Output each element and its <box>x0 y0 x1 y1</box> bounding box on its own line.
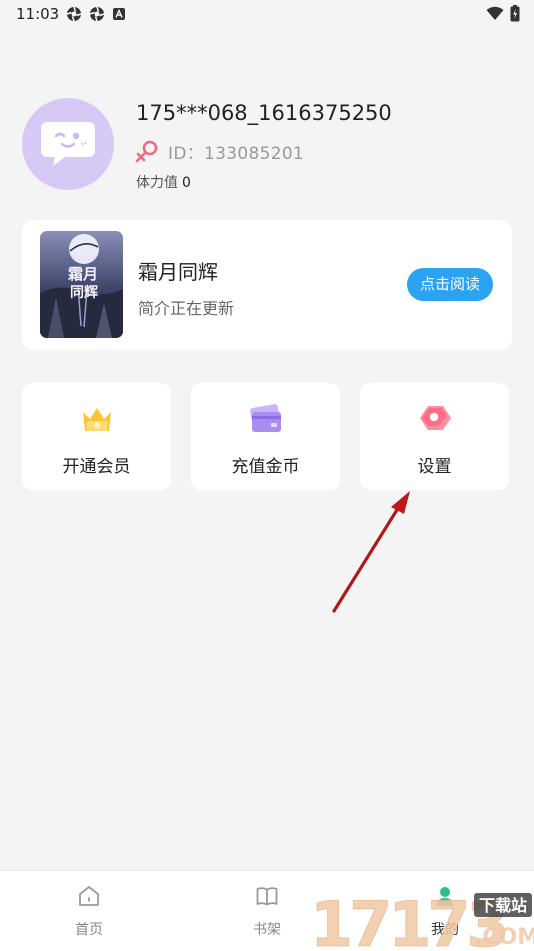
nav-home-label: 首页 <box>75 922 103 938</box>
stamina: 体力值 0 <box>136 172 191 192</box>
current-book-card[interactable]: 霜月 同辉 霜月同辉 简介正在更新 点击阅读 <box>22 220 512 350</box>
recharge-coins-label: 充值金币 <box>231 457 300 477</box>
read-button[interactable]: 点击阅读 <box>407 268 493 301</box>
bottom-nav: 首页 书架 我的 <box>0 870 534 951</box>
system-icons <box>486 5 520 22</box>
vip-membership-button[interactable]: 开通会员 <box>22 383 171 490</box>
settings-hexagon-icon <box>420 406 451 430</box>
notification-icons <box>66 6 126 22</box>
stamina-label: 体力值 <box>136 175 178 191</box>
battery-icon <box>510 5 520 22</box>
user-id: ID：133085201 <box>168 143 305 164</box>
book-cover[interactable]: 霜月 同辉 <box>40 231 123 338</box>
nav-mine-label: 我的 <box>431 922 459 938</box>
cover-title-1: 霜月 <box>67 265 98 283</box>
username: 175***068_1616375250 <box>136 101 392 125</box>
aperture-icon <box>89 6 105 22</box>
book-cover-art: 霜月 同辉 <box>40 231 123 338</box>
home-icon <box>79 886 99 906</box>
book-title[interactable]: 霜月同辉 <box>138 256 218 285</box>
settings-button[interactable]: 设置 <box>360 383 509 490</box>
wifi-icon <box>486 6 504 20</box>
book-description: 简介正在更新 <box>138 299 235 318</box>
nav-home[interactable]: 首页 <box>44 871 134 951</box>
avatar[interactable] <box>22 98 114 190</box>
cover-title-2: 同辉 <box>70 285 98 301</box>
status-time: 11:03 <box>16 5 60 23</box>
bookshelf-icon <box>256 887 278 906</box>
female-gender-icon <box>135 140 158 163</box>
mine-icon <box>437 887 453 906</box>
chat-face-icon <box>41 122 95 166</box>
settings-label: 设置 <box>417 457 452 477</box>
vip-crown-icon <box>83 408 111 431</box>
recharge-coins-button[interactable]: 充值金币 <box>191 383 340 490</box>
aperture-icon <box>66 6 82 22</box>
vip-membership-label: 开通会员 <box>62 457 131 477</box>
status-bar: 11:03 <box>0 0 534 28</box>
nav-bookshelf-label: 书架 <box>253 922 281 938</box>
wallet-card-icon <box>250 404 281 432</box>
nav-mine[interactable]: 我的 <box>400 871 490 951</box>
app-notification-icon <box>113 8 125 20</box>
user-id-row: ID：133085201 <box>134 138 304 164</box>
stamina-value: 0 <box>182 175 191 191</box>
nav-bookshelf[interactable]: 书架 <box>222 871 312 951</box>
